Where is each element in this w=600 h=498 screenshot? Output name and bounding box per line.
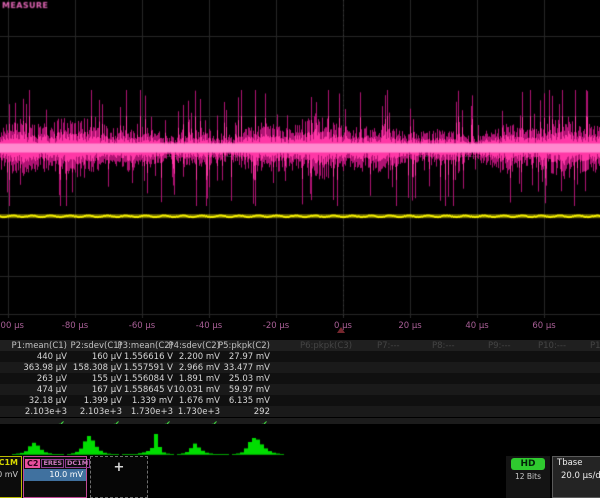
parameter-value: 2.103e+3 [80, 407, 122, 417]
parameter-value: 10.031 mV [173, 385, 220, 395]
parameter-value: 155 µV [92, 374, 122, 384]
parameter-value: 1.399 µV [84, 396, 122, 406]
parameter-header-unused[interactable]: P9:--- [488, 341, 511, 351]
c2-scale-value: 10.0 mV [24, 469, 86, 481]
parameter-value: 1.730e+3 [178, 407, 220, 417]
parameter-header-unused[interactable]: P7:--- [377, 341, 400, 351]
parameter-value: 1.339 mV [132, 396, 173, 406]
parameter-histicons [0, 424, 600, 458]
parameter-value: 25.03 mV [229, 374, 270, 384]
parameter-value: 1.557591 V [124, 363, 173, 373]
c2-channel-tag: C2 [25, 459, 40, 468]
time-axis-label: 0 µs [334, 321, 352, 331]
parameter-value: 1.891 mV [179, 374, 220, 384]
parameter-header-unused[interactable]: P6:pkpk(C3) [300, 341, 352, 351]
parameter-header-unused[interactable]: P8:--- [432, 341, 455, 351]
time-axis-label: 40 µs [465, 321, 488, 331]
c1-coupling-badge: DC1M [0, 457, 21, 469]
parameter-value: 440 µV [37, 352, 67, 362]
tbase-scale-value: 20.0 µs/div [553, 469, 600, 482]
parameter-value: 1.558645 V [124, 385, 173, 395]
parameter-value: 2.966 mV [179, 363, 220, 373]
parameter-value: 1.676 mV [179, 396, 220, 406]
oscilloscope-screen: { "top_left_annotation": "MEASURE", "col… [0, 0, 600, 480]
c2-coupling-badge: DC1M [65, 459, 90, 468]
time-axis-label: 60 µs [532, 321, 555, 331]
parameter-value: 32.18 µV [29, 396, 67, 406]
time-axis-label: 20 µs [398, 321, 421, 331]
waveform-grid: MEASURE [0, 0, 600, 318]
table-row [0, 351, 600, 362]
time-axis-label: -100 µs [0, 321, 24, 331]
parameter-header-unused[interactable]: P10:--- [538, 341, 566, 351]
time-axis: -100 µs -80 µs -60 µs -40 µs -20 µs 0 µs 20 µs… [0, 317, 600, 335]
parameter-header[interactable]: P4:sdev(C2) [169, 341, 220, 351]
table-row [0, 373, 600, 384]
c1-scale-value: 10.0 mV [0, 469, 21, 481]
grid-annotation-label: MEASURE [2, 1, 48, 10]
parameter-value: 1.556084 V [124, 374, 173, 384]
parameter-value: 27.97 mV [229, 352, 270, 362]
parameter-value: 1.730e+3 [131, 407, 173, 417]
parameter-value: 158.308 µV [73, 363, 122, 373]
parameter-value: 474 µV [37, 385, 67, 395]
parameter-value: 363.98 µV [23, 363, 67, 373]
parameter-header[interactable]: P1:mean(C1) [12, 341, 67, 351]
parameter-value: 167 µV [92, 385, 122, 395]
parameter-value: 2.103e+3 [25, 407, 67, 417]
time-axis-label: -40 µs [196, 321, 222, 331]
parameter-value: 59.97 mV [229, 385, 270, 395]
parameter-value: 2.200 mV [179, 352, 220, 362]
parameter-value: 33.477 mV [223, 363, 270, 373]
parameter-value: 6.135 mV [229, 396, 270, 406]
parameter-header[interactable]: P3:mean(C2) [118, 341, 173, 351]
channel-c2-descriptor[interactable]: C2 ERES DC1M 10.0 mV [23, 456, 87, 498]
parameter-value: 263 µV [37, 374, 67, 384]
parameter-header-unused[interactable]: P11:--- [590, 341, 600, 351]
hd-badge: HD [511, 458, 545, 470]
timebase-descriptor[interactable]: Tbase 20.0 µs/div [552, 456, 600, 498]
parameter-header[interactable]: P2:sdev(C1) [71, 341, 122, 351]
parameter-value: 160 µV [92, 352, 122, 362]
measurement-table: P1:mean(C1)440 µV363.98 µV263 µV474 µV32… [0, 340, 600, 436]
parameter-header[interactable]: P5:pkpk(C2) [218, 341, 270, 351]
hd-mode-indicator[interactable]: HD 12 Bits [506, 456, 550, 498]
time-axis-label: -20 µs [263, 321, 289, 331]
add-trace-button[interactable]: + [90, 456, 148, 498]
table-row [0, 384, 600, 395]
plus-icon: + [91, 457, 147, 479]
tbase-label: Tbase [553, 457, 600, 469]
parameter-value: 1.556616 V [124, 352, 173, 362]
time-axis-label: -60 µs [129, 321, 155, 331]
descriptor-bar: DC1M 10.0 mV C2 ERES DC1M 10.0 mV + HD 1… [0, 456, 600, 480]
parameter-value: 292 [254, 407, 270, 417]
time-axis-label: -80 µs [62, 321, 88, 331]
c2-eres-badge: ERES [41, 459, 64, 468]
channel-c1-descriptor[interactable]: DC1M 10.0 mV [0, 456, 22, 498]
waveform-canvas [0, 0, 600, 318]
